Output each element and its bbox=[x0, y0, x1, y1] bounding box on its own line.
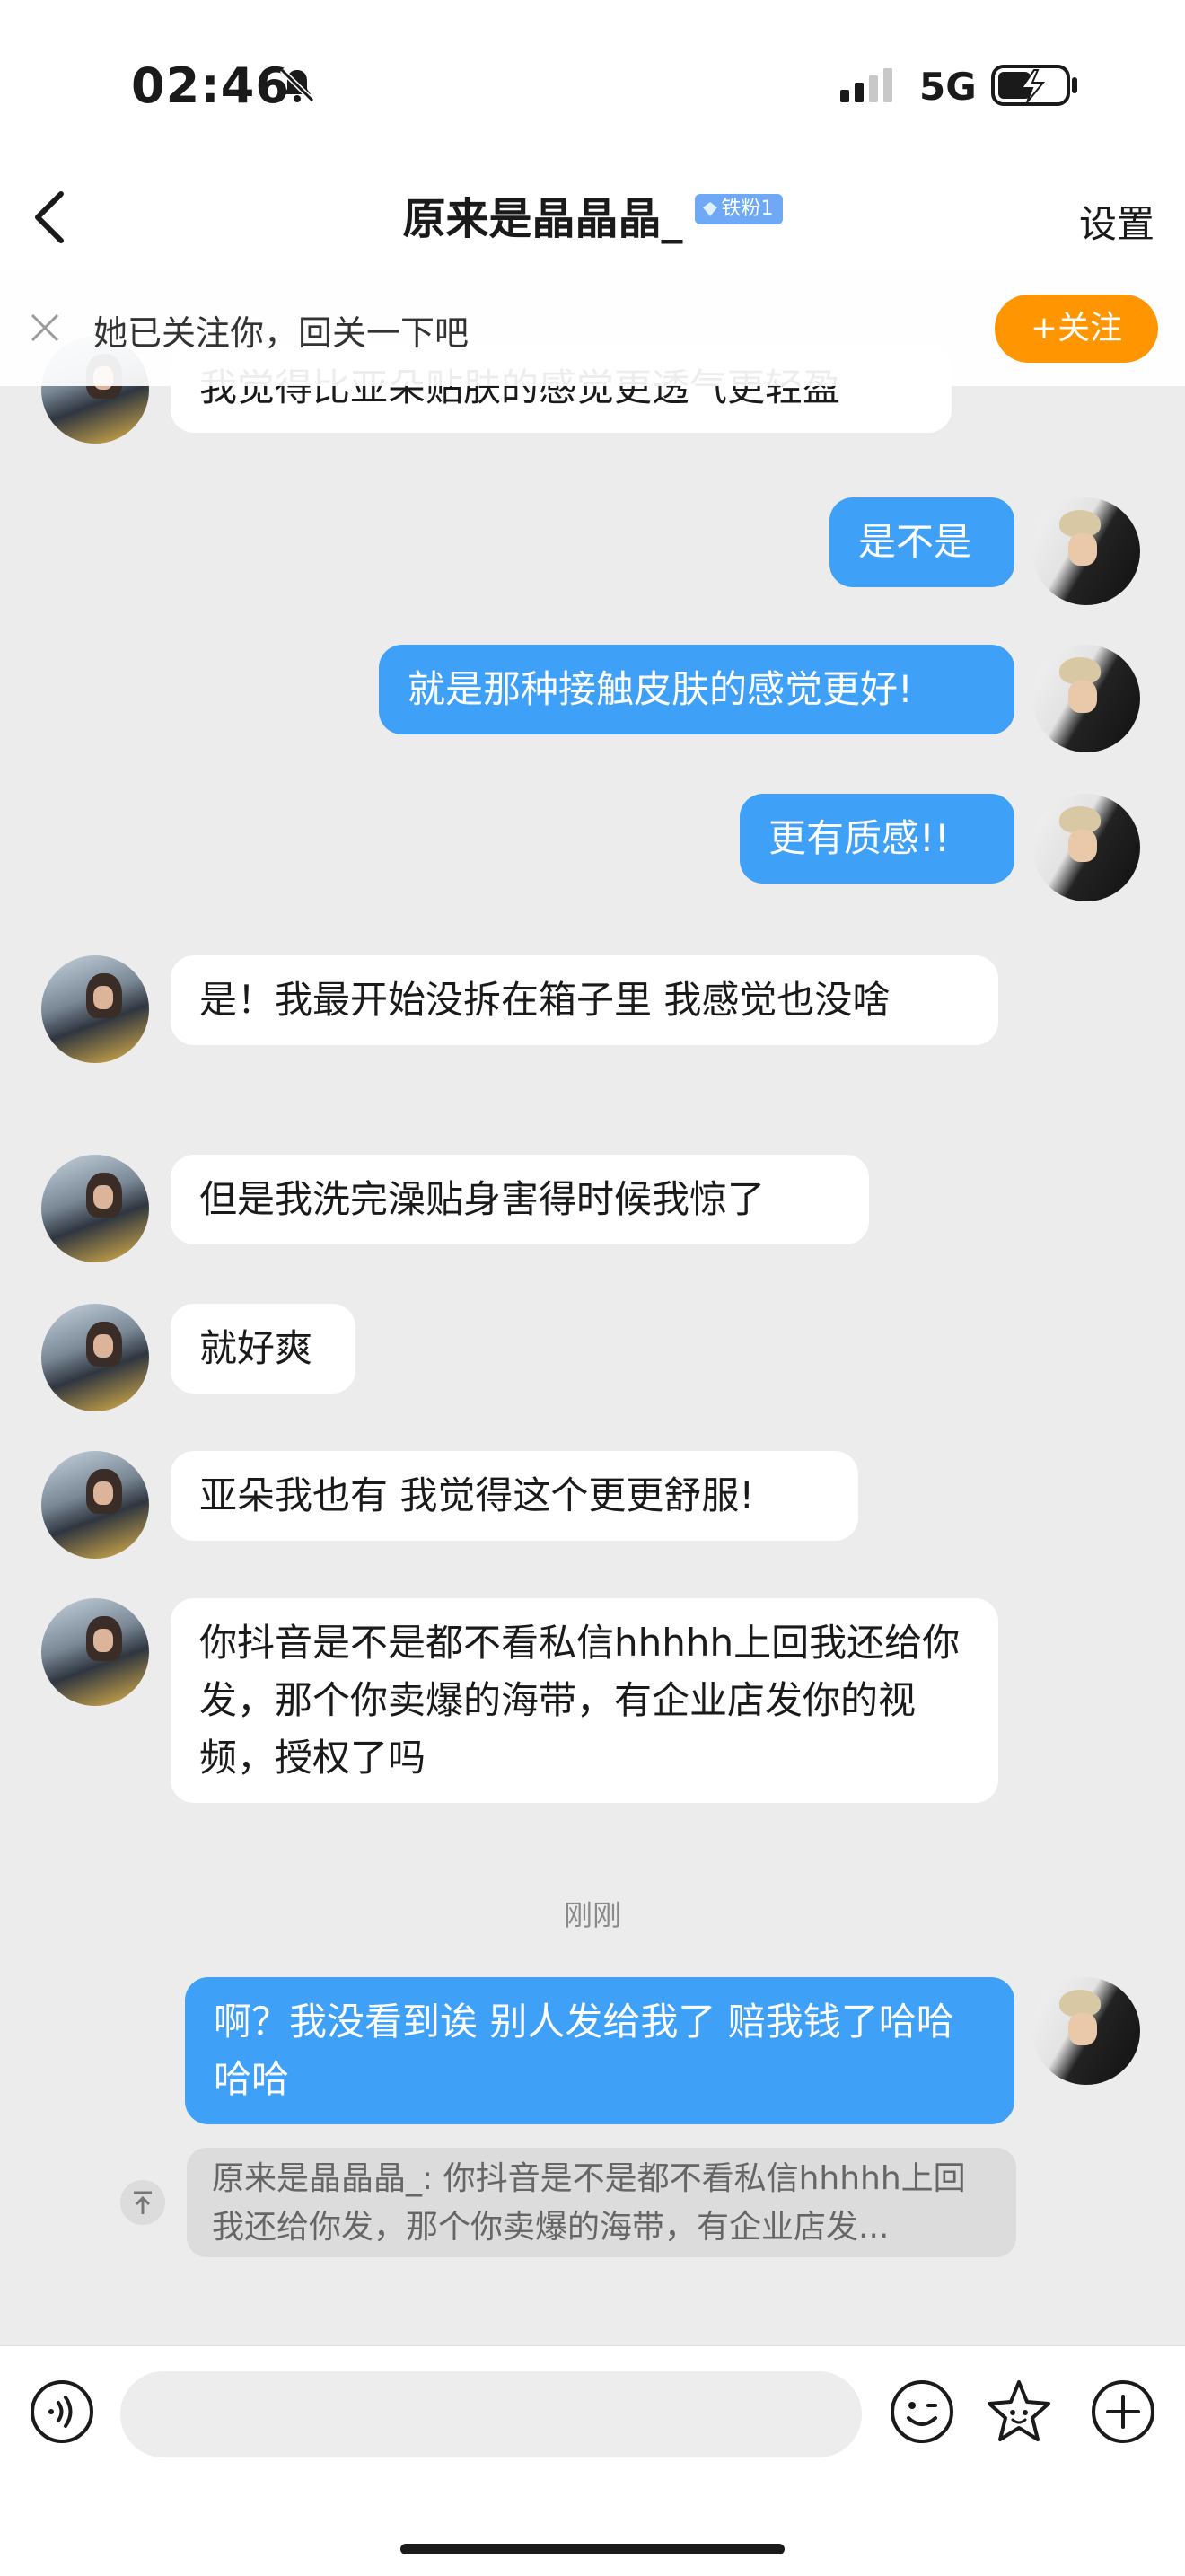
close-icon[interactable] bbox=[27, 310, 63, 346]
follow-back-banner: 她已关注你，回关一下吧 +关注 bbox=[0, 269, 1185, 386]
message-input[interactable] bbox=[120, 2371, 862, 2457]
contact-avatar[interactable] bbox=[41, 1598, 149, 1706]
quoted-message[interactable]: 原来是晶晶晶_: 你抖音是不是都不看私信hhhhh上回我还给你发，那个你卖爆的海… bbox=[187, 2148, 1016, 2257]
follow-button[interactable]: +关注 bbox=[995, 295, 1158, 363]
contact-avatar[interactable] bbox=[41, 955, 149, 1063]
my-avatar[interactable] bbox=[1032, 497, 1140, 605]
message-bubble-outgoing[interactable]: 就是那种接触皮肤的感觉更好! bbox=[379, 645, 1014, 734]
chat-title-wrap: 原来是晶晶晶_ 铁粉1 bbox=[0, 183, 1185, 246]
message-bubble-outgoing[interactable]: 是不是 bbox=[830, 497, 1014, 587]
message-bubble-incoming[interactable]: 但是我洗完澡贴身害得时候我惊了 bbox=[171, 1155, 869, 1244]
follow-back-text: 她已关注你，回关一下吧 bbox=[93, 313, 470, 353]
signal-icon bbox=[840, 68, 892, 102]
network-type: 5G bbox=[919, 65, 977, 109]
home-indicator bbox=[400, 2544, 785, 2554]
status-bar: 02:46 5G bbox=[0, 0, 1185, 171]
contact-avatar[interactable] bbox=[41, 1451, 149, 1559]
chat-title: 原来是晶晶晶_ bbox=[402, 194, 683, 244]
emoji-icon[interactable] bbox=[889, 2378, 955, 2445]
battery-charging-icon bbox=[991, 65, 1077, 106]
status-time: 02:46 bbox=[131, 57, 290, 114]
chat-header: 原来是晶晶晶_ 铁粉1 设置 bbox=[0, 171, 1185, 269]
my-avatar[interactable] bbox=[1032, 645, 1140, 752]
voice-icon[interactable] bbox=[29, 2378, 95, 2445]
quote-icon bbox=[120, 2180, 165, 2225]
message-bubble-incoming[interactable]: 是！我最开始没拆在箱子里 我感觉也没啥 bbox=[171, 955, 998, 1045]
input-bar bbox=[0, 2345, 1185, 2576]
settings-button[interactable]: 设置 bbox=[1079, 194, 1154, 249]
contact-avatar[interactable] bbox=[41, 1155, 149, 1262]
fan-badge: 铁粉1 bbox=[694, 194, 783, 224]
gem-icon bbox=[702, 202, 717, 216]
my-avatar[interactable] bbox=[1032, 1977, 1140, 2085]
sticker-icon[interactable] bbox=[984, 2377, 1054, 2447]
bell-slash-icon bbox=[279, 67, 315, 103]
my-avatar[interactable] bbox=[1032, 794, 1140, 901]
message-timestamp: 刚刚 bbox=[563, 1898, 621, 1932]
contact-avatar[interactable] bbox=[41, 1304, 149, 1411]
message-bubble-incoming[interactable]: 就好爽 bbox=[171, 1304, 356, 1394]
message-bubble-incoming[interactable]: 亚朵我也有 我觉得这个更更舒服! bbox=[171, 1451, 858, 1541]
fan-badge-label: 铁粉1 bbox=[721, 198, 774, 220]
message-bubble-outgoing[interactable]: 更有质感!! bbox=[740, 794, 1014, 884]
plus-icon[interactable] bbox=[1090, 2378, 1156, 2445]
message-bubble-incoming[interactable]: 你抖音是不是都不看私信hhhhh上回我还给你发，那个你卖爆的海带，有企业店发你的… bbox=[171, 1598, 998, 1803]
message-bubble-outgoing[interactable]: 啊？我没看到诶 别人发给我了 赔我钱了哈哈哈哈 bbox=[185, 1977, 1014, 2124]
